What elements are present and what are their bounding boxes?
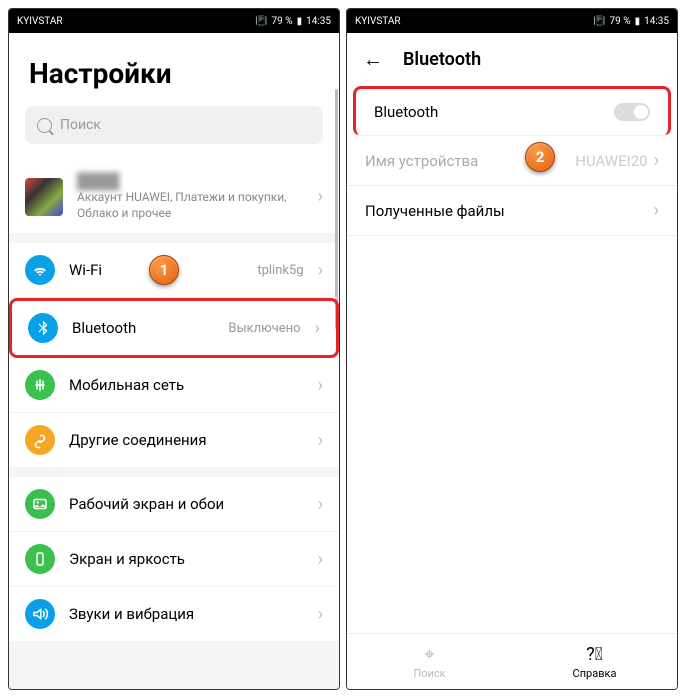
- compass-icon: ⌖: [424, 644, 434, 665]
- chevron-right-icon: ›: [318, 604, 323, 625]
- bluetooth-screen: ← Bluetooth Bluetooth Имя устройства HUA…: [347, 33, 677, 689]
- chevron-right-icon: ›: [318, 549, 323, 570]
- wifi-value: tplink5g: [257, 263, 303, 278]
- page-title: Настройки: [9, 33, 339, 106]
- chevron-right-icon: ›: [654, 200, 659, 221]
- display-label: Экран и яркость: [69, 550, 304, 568]
- nav-search-label: Поиск: [413, 667, 445, 680]
- avatar: [25, 178, 63, 216]
- nav-help[interactable]: ?⃝ Справка: [512, 634, 677, 689]
- bluetooth-row[interactable]: Bluetooth Выключено ›: [9, 298, 339, 358]
- annotation-marker-1: 1: [149, 255, 179, 285]
- vibrate-icon: 📳: [255, 16, 267, 27]
- search-icon: [37, 118, 52, 133]
- bluetooth-value: Выключено: [228, 321, 300, 336]
- speaker-icon: [25, 599, 55, 629]
- device-name-value: HUAWEI20: [575, 152, 647, 170]
- wifi-icon: [25, 255, 55, 285]
- chevron-right-icon: ›: [318, 186, 323, 207]
- annotation-marker-2: 2: [525, 142, 555, 172]
- screenshot-left: KYIVSTAR 📳 79 % ▮ 14:35 Настройки Поиск …: [8, 8, 340, 690]
- other-conn-label: Другие соединения: [69, 431, 304, 449]
- bluetooth-toggle-row[interactable]: Bluetooth: [353, 86, 671, 136]
- chevron-right-icon: ›: [318, 375, 323, 396]
- mobile-network-row[interactable]: Мобильная сеть ›: [9, 358, 339, 413]
- battery-icon: ▮: [297, 16, 303, 27]
- battery-icon: ▮: [635, 16, 641, 27]
- sound-label: Звуки и вибрация: [69, 605, 304, 623]
- screenshot-right: KYIVSTAR 📳 79 % ▮ 14:35 ← Bluetooth Blue…: [346, 8, 678, 690]
- bluetooth-label: Bluetooth: [72, 319, 214, 337]
- mobile-network-icon: [25, 370, 55, 400]
- home-wallpaper-row[interactable]: Рабочий экран и обои ›: [9, 477, 339, 532]
- clock: 14:35: [306, 16, 331, 27]
- display-row[interactable]: Экран и яркость ›: [9, 532, 339, 587]
- status-bar: KYIVSTAR 📳 79 % ▮ 14:35: [9, 9, 339, 33]
- clock: 14:35: [644, 16, 669, 27]
- bottom-nav: ⌖ Поиск ?⃝ Справка: [347, 633, 677, 689]
- battery-percent: 79 %: [610, 16, 631, 27]
- account-name: ████: [77, 172, 304, 190]
- carrier-label: KYIVSTAR: [355, 16, 401, 27]
- bluetooth-icon: [28, 313, 58, 343]
- phone-icon: [25, 544, 55, 574]
- chevron-right-icon: ›: [315, 318, 320, 339]
- help-icon: ?⃝: [586, 644, 603, 665]
- chevron-right-icon: ›: [318, 494, 323, 515]
- settings-screen: Настройки Поиск ████ Аккаунт HUAWEI, Пла…: [9, 33, 339, 689]
- chevron-right-icon: ›: [318, 260, 323, 281]
- other-connections-row[interactable]: Другие соединения ›: [9, 413, 339, 467]
- bt-toggle-label: Bluetooth: [374, 103, 438, 121]
- status-bar: KYIVSTAR 📳 79 % ▮ 14:35: [347, 9, 677, 33]
- nav-search[interactable]: ⌖ Поиск: [347, 634, 512, 689]
- chevron-right-icon: ›: [654, 150, 659, 171]
- vibrate-icon: 📳: [593, 16, 605, 27]
- bluetooth-toggle[interactable]: [614, 103, 650, 121]
- search-placeholder: Поиск: [60, 117, 101, 133]
- chevron-right-icon: ›: [318, 430, 323, 451]
- received-files-label: Полученные файлы: [365, 202, 505, 220]
- battery-percent: 79 %: [272, 16, 293, 27]
- carrier-label: KYIVSTAR: [17, 16, 63, 27]
- account-subtitle: Аккаунт HUAWEI, Платежи и покупки, Облак…: [77, 190, 304, 221]
- mobile-label: Мобильная сеть: [69, 376, 304, 394]
- nav-help-label: Справка: [573, 667, 617, 680]
- sound-row[interactable]: Звуки и вибрация ›: [9, 587, 339, 641]
- account-row[interactable]: ████ Аккаунт HUAWEI, Платежи и покупки, …: [9, 160, 339, 233]
- search-input[interactable]: Поиск: [25, 106, 323, 144]
- device-name-row[interactable]: Имя устройства HUAWEI20 › 2: [347, 136, 677, 186]
- wifi-row[interactable]: Wi-Fi tplink5g › 1: [9, 243, 339, 298]
- link-icon: [25, 425, 55, 455]
- screen-title: Bluetooth: [403, 49, 481, 70]
- device-name-label: Имя устройства: [365, 152, 478, 170]
- wallpaper-label: Рабочий экран и обои: [69, 495, 304, 513]
- received-files-row[interactable]: Полученные файлы ›: [347, 186, 677, 236]
- image-icon: [25, 489, 55, 519]
- header: ← Bluetooth: [347, 33, 677, 86]
- back-button[interactable]: ←: [363, 47, 383, 72]
